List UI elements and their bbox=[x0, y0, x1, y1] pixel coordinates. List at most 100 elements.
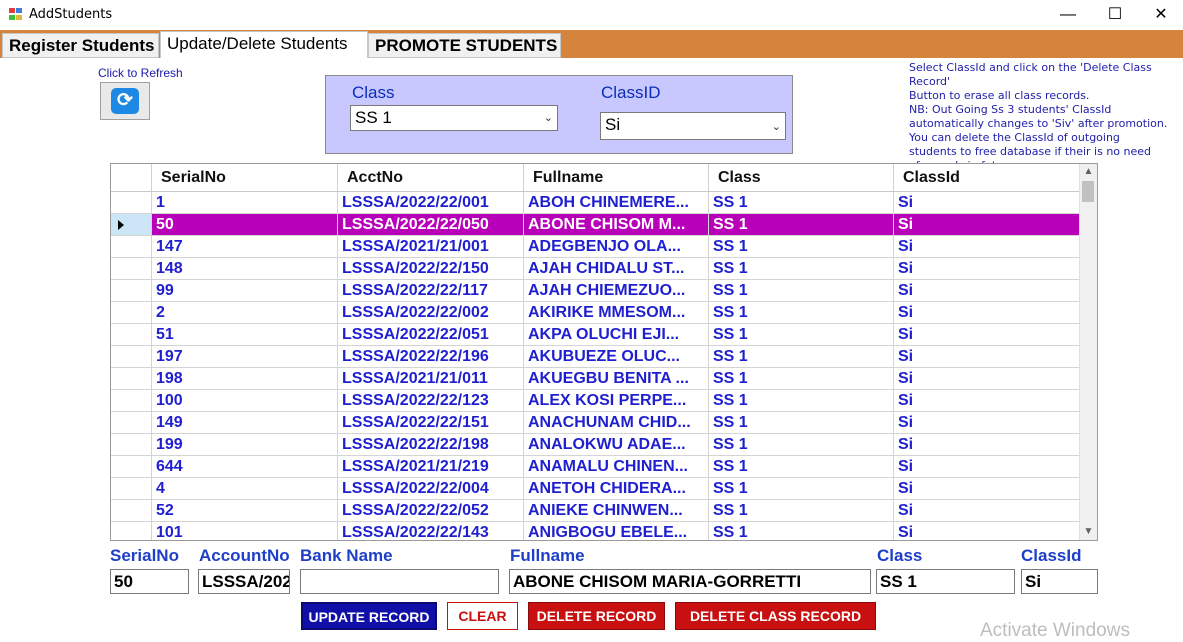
cell-acctno[interactable]: LSSSA/2021/21/011 bbox=[338, 368, 524, 390]
classid-filter-dropdown[interactable]: Si ⌄ bbox=[600, 112, 786, 140]
cell-fullname[interactable]: ANIEKE CHINWEN... bbox=[524, 500, 709, 522]
table-row[interactable]: 99 LSSSA/2022/22/117 AJAH CHIEMEZUO... SS 1… bbox=[111, 280, 1079, 302]
table-row[interactable]: 147 LSSSA/2021/21/001 ADEGBENJO OLA... SS 1… bbox=[111, 236, 1079, 258]
cell-fullname[interactable]: AKIRIKE MMESOM... bbox=[524, 302, 709, 324]
cell-fullname[interactable]: AJAH CHIEMEZUO... bbox=[524, 280, 709, 302]
cell-fullname[interactable]: AKUEGBU BENITA ... bbox=[524, 368, 709, 390]
cell-fullname[interactable]: ABOH CHINEMERE... bbox=[524, 192, 709, 214]
row-header[interactable] bbox=[111, 456, 152, 478]
cell-acctno[interactable]: LSSSA/2022/22/051 bbox=[338, 324, 524, 346]
cell-serialno[interactable]: 1 bbox=[152, 192, 338, 214]
cell-class[interactable]: SS 1 bbox=[709, 478, 894, 500]
students-grid[interactable]: SerialNo AcctNo Fullname Class ClassId 1… bbox=[110, 163, 1098, 541]
cell-acctno[interactable]: LSSSA/2022/22/117 bbox=[338, 280, 524, 302]
cell-fullname[interactable]: ANETOH CHIDERA... bbox=[524, 478, 709, 500]
row-header[interactable] bbox=[111, 280, 152, 302]
row-header[interactable] bbox=[111, 258, 152, 280]
cell-class[interactable]: SS 1 bbox=[709, 236, 894, 258]
grid-vertical-scrollbar[interactable]: ▲ ▼ bbox=[1079, 164, 1097, 540]
cell-classid[interactable]: Si bbox=[894, 522, 1079, 540]
cell-fullname[interactable]: ADEGBENJO OLA... bbox=[524, 236, 709, 258]
cell-class[interactable]: SS 1 bbox=[709, 280, 894, 302]
cell-fullname[interactable]: ABONE CHISOM M... bbox=[524, 214, 709, 236]
row-header[interactable] bbox=[111, 478, 152, 500]
cell-fullname[interactable]: AJAH CHIDALU ST... bbox=[524, 258, 709, 280]
cell-acctno[interactable]: LSSSA/2021/21/001 bbox=[338, 236, 524, 258]
cell-fullname[interactable]: ANALOKWU ADAE... bbox=[524, 434, 709, 456]
cell-class[interactable]: SS 1 bbox=[709, 192, 894, 214]
close-icon[interactable]: ✕ bbox=[1138, 0, 1183, 30]
table-row[interactable]: 199 LSSSA/2022/22/198 ANALOKWU ADAE... SS 1… bbox=[111, 434, 1079, 456]
cell-classid[interactable]: Si bbox=[894, 412, 1079, 434]
cell-serialno[interactable]: 52 bbox=[152, 500, 338, 522]
cell-classid[interactable]: Si bbox=[894, 368, 1079, 390]
cell-classid[interactable]: Si bbox=[894, 434, 1079, 456]
cell-serialno[interactable]: 149 bbox=[152, 412, 338, 434]
cell-class[interactable]: SS 1 bbox=[709, 368, 894, 390]
column-header-fullname[interactable]: Fullname bbox=[524, 164, 709, 191]
table-row[interactable]: 1 LSSSA/2022/22/001 ABOH CHINEMERE... SS 1S… bbox=[111, 192, 1079, 214]
serialno-field[interactable]: 50 bbox=[110, 569, 189, 594]
cell-serialno[interactable]: 197 bbox=[152, 346, 338, 368]
cell-classid[interactable]: Si bbox=[894, 258, 1079, 280]
minimize-icon[interactable]: — bbox=[1045, 0, 1091, 30]
cell-serialno[interactable]: 99 bbox=[152, 280, 338, 302]
scroll-up-icon[interactable]: ▲ bbox=[1080, 164, 1097, 180]
maximize-icon[interactable]: ☐ bbox=[1092, 0, 1138, 30]
row-header[interactable] bbox=[111, 500, 152, 522]
column-header-serialno[interactable]: SerialNo bbox=[152, 164, 338, 191]
cell-classid[interactable]: Si bbox=[894, 280, 1079, 302]
cell-class[interactable]: SS 1 bbox=[709, 522, 894, 540]
cell-serialno[interactable]: 198 bbox=[152, 368, 338, 390]
row-header[interactable] bbox=[111, 236, 152, 258]
cell-serialno[interactable]: 4 bbox=[152, 478, 338, 500]
cell-fullname[interactable]: ANACHUNAM CHID... bbox=[524, 412, 709, 434]
table-row[interactable]: 50 LSSSA/2022/22/050 ABONE CHISOM M... SS 1… bbox=[111, 214, 1079, 236]
cell-serialno[interactable]: 51 bbox=[152, 324, 338, 346]
row-header[interactable] bbox=[111, 434, 152, 456]
cell-acctno[interactable]: LSSSA/2022/22/052 bbox=[338, 500, 524, 522]
classid-field[interactable]: Si bbox=[1021, 569, 1098, 594]
table-row[interactable]: 644 LSSSA/2021/21/219 ANAMALU CHINEN... SS … bbox=[111, 456, 1079, 478]
cell-acctno[interactable]: LSSSA/2022/22/001 bbox=[338, 192, 524, 214]
row-header[interactable] bbox=[111, 346, 152, 368]
cell-fullname[interactable]: AKPA OLUCHI EJI... bbox=[524, 324, 709, 346]
cell-classid[interactable]: Si bbox=[894, 478, 1079, 500]
cell-class[interactable]: SS 1 bbox=[709, 500, 894, 522]
cell-serialno[interactable]: 148 bbox=[152, 258, 338, 280]
column-header-class[interactable]: Class bbox=[709, 164, 894, 191]
class-field[interactable]: SS 1 bbox=[876, 569, 1015, 594]
accountno-field[interactable]: LSSSA/2022/22/050 bbox=[198, 569, 290, 594]
table-row[interactable]: 4 LSSSA/2022/22/004 ANETOH CHIDERA... SS 1S… bbox=[111, 478, 1079, 500]
cell-acctno[interactable]: LSSSA/2022/22/050 bbox=[338, 214, 524, 236]
delete-class-record-button[interactable]: DELETE CLASS RECORD bbox=[675, 602, 876, 630]
clear-button[interactable]: CLEAR bbox=[447, 602, 518, 630]
cell-acctno[interactable]: LSSSA/2022/22/198 bbox=[338, 434, 524, 456]
row-header[interactable] bbox=[111, 390, 152, 412]
column-header-classid[interactable]: ClassId bbox=[894, 164, 1079, 191]
cell-class[interactable]: SS 1 bbox=[709, 434, 894, 456]
cell-classid[interactable]: Si bbox=[894, 302, 1079, 324]
cell-class[interactable]: SS 1 bbox=[709, 412, 894, 434]
bank-name-field[interactable] bbox=[300, 569, 499, 594]
cell-classid[interactable]: Si bbox=[894, 214, 1079, 236]
cell-class[interactable]: SS 1 bbox=[709, 390, 894, 412]
cell-serialno[interactable]: 644 bbox=[152, 456, 338, 478]
cell-serialno[interactable]: 50 bbox=[152, 214, 338, 236]
table-row[interactable]: 52 LSSSA/2022/22/052 ANIEKE CHINWEN... SS 1… bbox=[111, 500, 1079, 522]
delete-record-button[interactable]: DELETE RECORD bbox=[528, 602, 665, 630]
cell-serialno[interactable]: 199 bbox=[152, 434, 338, 456]
cell-acctno[interactable]: LSSSA/2022/22/123 bbox=[338, 390, 524, 412]
row-header[interactable] bbox=[111, 368, 152, 390]
table-row[interactable]: 51 LSSSA/2022/22/051 AKPA OLUCHI EJI... SS … bbox=[111, 324, 1079, 346]
table-row[interactable]: 149 LSSSA/2022/22/151 ANACHUNAM CHID... SS … bbox=[111, 412, 1079, 434]
update-record-button[interactable]: UPDATE RECORD bbox=[301, 602, 437, 630]
cell-classid[interactable]: Si bbox=[894, 346, 1079, 368]
cell-class[interactable]: SS 1 bbox=[709, 214, 894, 236]
cell-class[interactable]: SS 1 bbox=[709, 346, 894, 368]
cell-fullname[interactable]: AKUBUEZE OLUC... bbox=[524, 346, 709, 368]
scroll-down-icon[interactable]: ▼ bbox=[1080, 524, 1097, 540]
cell-classid[interactable]: Si bbox=[894, 236, 1079, 258]
cell-acctno[interactable]: LSSSA/2022/22/150 bbox=[338, 258, 524, 280]
table-row[interactable]: 101 LSSSA/2022/22/143 ANIGBOGU EBELE... SS … bbox=[111, 522, 1079, 540]
